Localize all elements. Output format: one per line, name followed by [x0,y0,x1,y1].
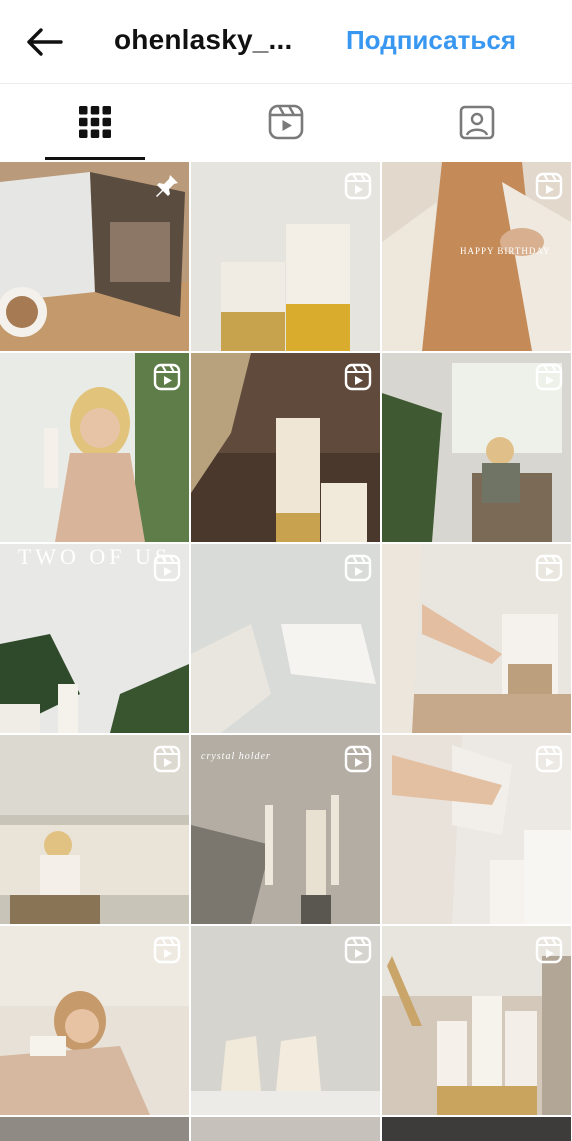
pin-icon [156,175,178,197]
reels-icon [535,554,563,582]
post-thumbnail [382,1117,571,1141]
profile-tabs [0,84,572,160]
post-overlay-text: crystal holder [201,751,271,762]
post-tile-17[interactable] [191,1117,380,1141]
post-tile-13[interactable] [0,926,189,1115]
reels-icon [344,745,372,773]
post-tile-1[interactable] [0,162,189,351]
post-tile-11[interactable]: crystal holder [191,735,380,924]
arrow-left-icon [27,28,63,56]
back-button[interactable] [22,22,66,62]
reels-icon [153,363,181,391]
post-tile-4[interactable] [0,353,189,542]
post-thumbnail [191,1117,380,1141]
profile-username: ohenlasky_... [114,24,293,55]
post-overlay-text: HAPPY BIRTHDAY [460,246,551,256]
reels-icon [344,936,372,964]
post-tile-14[interactable] [191,926,380,1115]
reels-icon [153,745,181,773]
reels-icon [535,745,563,773]
tab-posts[interactable] [0,84,190,160]
post-tile-6[interactable] [382,353,571,542]
post-tile-18[interactable] [382,1117,571,1141]
post-tile-10[interactable] [0,735,189,924]
profile-header: ohenlasky_... Подписаться [0,0,572,84]
tagged-person-icon [459,105,495,140]
post-tile-15[interactable] [382,926,571,1115]
grid-icon [79,106,111,138]
post-tile-9[interactable] [382,544,571,733]
post-tile-2[interactable] [191,162,380,351]
reels-icon [344,554,372,582]
reels-icon [535,936,563,964]
reels-icon [153,554,181,582]
post-thumbnail [0,1117,189,1141]
post-tile-16[interactable] [0,1117,189,1141]
reels-icon [344,363,372,391]
post-tile-8[interactable] [191,544,380,733]
tab-reels[interactable] [191,84,381,160]
post-tile-5[interactable] [191,353,380,542]
follow-button[interactable]: Подписаться [346,25,516,56]
reels-icon [153,936,181,964]
post-tile-3[interactable]: HAPPY BIRTHDAY [382,162,571,351]
reels-icon [535,172,563,200]
reels-icon [535,363,563,391]
post-tile-7[interactable]: TWO OF US [0,544,189,733]
tab-tagged[interactable] [382,84,572,160]
post-tile-12[interactable] [382,735,571,924]
reels-icon [344,172,372,200]
reels-icon [268,104,304,140]
